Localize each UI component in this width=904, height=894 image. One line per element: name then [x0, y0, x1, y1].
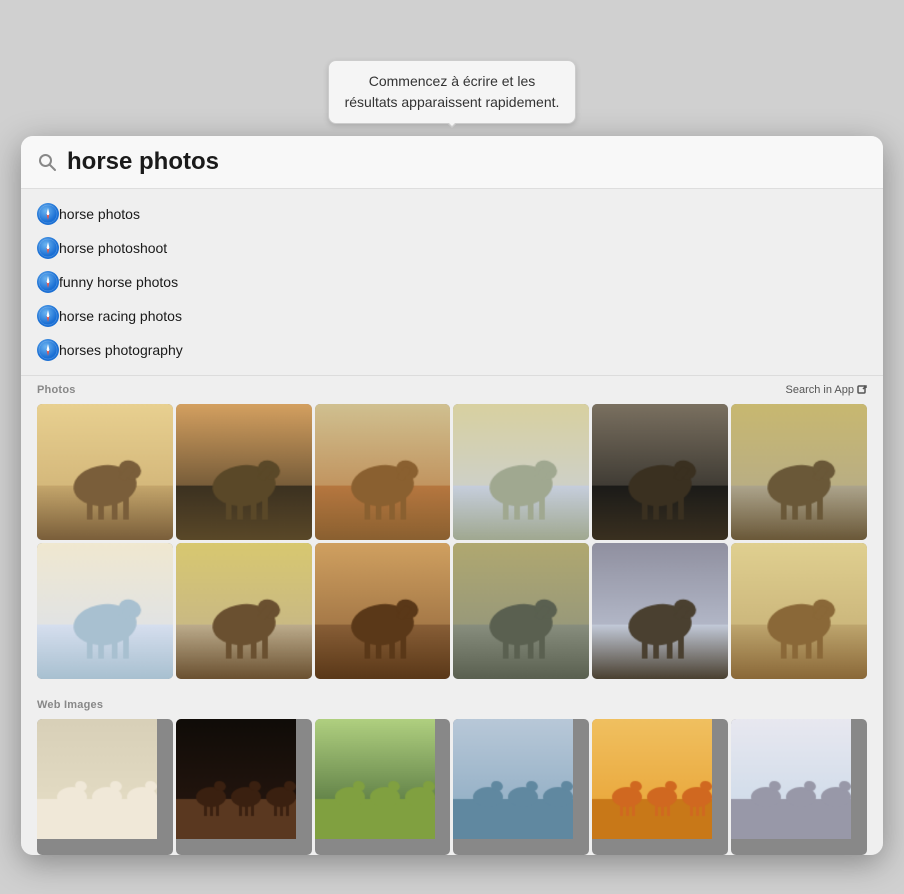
photos-section-header: Photos Search in App: [21, 376, 883, 400]
web-image-thumbnail[interactable]: [176, 719, 312, 855]
photo-thumbnail[interactable]: [176, 404, 312, 540]
search-input[interactable]: [67, 148, 867, 176]
photo-thumbnail[interactable]: [176, 543, 312, 679]
suggestion-item[interactable]: horse photoshoot: [21, 231, 883, 265]
photo-thumbnail[interactable]: [315, 543, 451, 679]
photo-thumbnail[interactable]: [453, 404, 589, 540]
suggestion-item[interactable]: funny horse photos: [21, 265, 883, 299]
photo-thumbnail[interactable]: [731, 404, 867, 540]
web-images-grid: [21, 715, 883, 855]
web-images-section: Web Images: [21, 691, 883, 855]
web-image-thumbnail[interactable]: [731, 719, 867, 855]
photos-grid: [21, 400, 883, 691]
suggestions-list: horse photos horse photoshoot: [21, 189, 883, 376]
web-image-thumbnail[interactable]: [37, 719, 173, 855]
photo-thumbnail[interactable]: [37, 404, 173, 540]
tooltip-line1: Commencez à écrire et les: [369, 73, 536, 89]
suggestion-item[interactable]: horse photos: [21, 197, 883, 231]
photos-section: Photos Search in App: [21, 376, 883, 691]
photo-thumbnail[interactable]: [315, 404, 451, 540]
suggestion-item[interactable]: horses photography: [21, 333, 883, 367]
search-in-app-button[interactable]: Search in App: [786, 384, 868, 396]
photo-thumbnail[interactable]: [453, 543, 589, 679]
tooltip: Commencez à écrire et les résultats appa…: [328, 60, 577, 124]
spotlight-window: horse photos horse photoshoot: [21, 136, 883, 855]
photo-thumbnail[interactable]: [37, 543, 173, 679]
search-bar: [21, 136, 883, 189]
search-icon: [37, 152, 57, 172]
web-image-thumbnail[interactable]: [592, 719, 728, 855]
web-image-thumbnail[interactable]: [315, 719, 451, 855]
web-images-section-title: Web Images: [37, 699, 103, 711]
photo-thumbnail[interactable]: [592, 543, 728, 679]
web-image-thumbnail[interactable]: [453, 719, 589, 855]
photo-thumbnail[interactable]: [592, 404, 728, 540]
tooltip-line2: résultats apparaissent rapidement.: [345, 94, 560, 110]
photo-thumbnail[interactable]: [731, 543, 867, 679]
photos-section-title: Photos: [37, 384, 76, 396]
web-images-section-header: Web Images: [21, 691, 883, 715]
suggestion-item[interactable]: horse racing photos: [21, 299, 883, 333]
